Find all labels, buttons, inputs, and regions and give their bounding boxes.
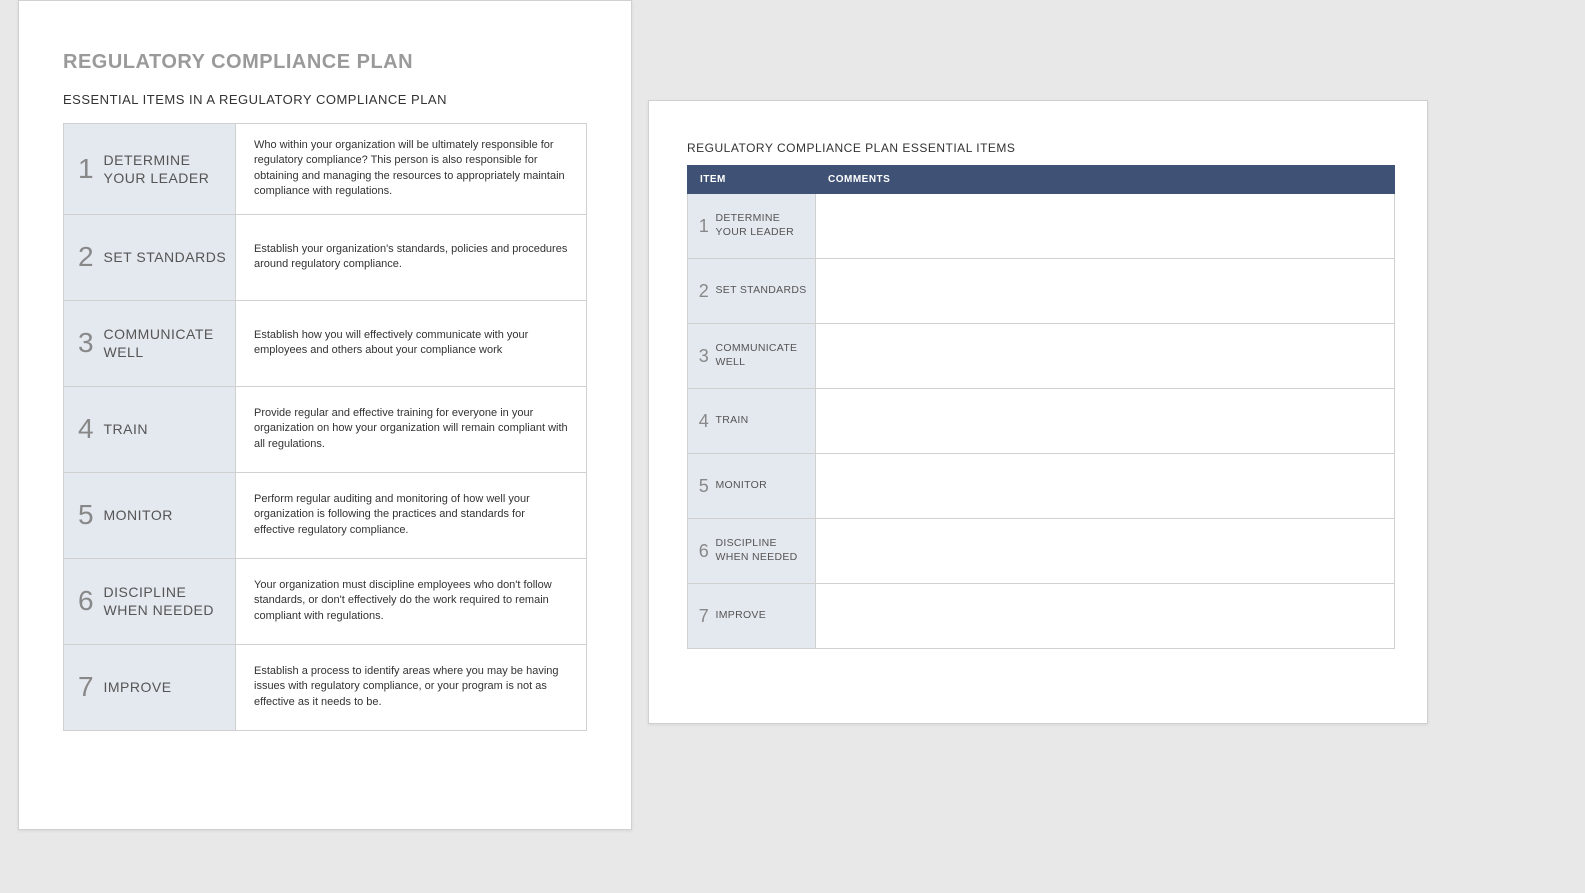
item-row-number: 1	[688, 194, 716, 259]
page-left: REGULATORY COMPLIANCE PLAN ESSENTIAL ITE…	[18, 0, 632, 830]
item-row-comment[interactable]	[816, 389, 1395, 454]
item-row-number: 7	[688, 584, 716, 649]
desc-row: 2SET STANDARDSEstablish your organizatio…	[64, 214, 587, 300]
item-row: 4TRAIN	[688, 389, 1395, 454]
item-row-label: IMPROVE	[716, 584, 816, 649]
page-subtitle: ESSENTIAL ITEMS IN A REGULATORY COMPLIAN…	[63, 92, 587, 107]
desc-row-number: 2	[64, 214, 104, 300]
desc-row-label: IMPROVE	[104, 644, 236, 730]
desc-row-label: COMMUNICATE WELL	[104, 300, 236, 386]
desc-row: 4TRAINProvide regular and effective trai…	[64, 386, 587, 472]
desc-row-label: SET STANDARDS	[104, 214, 236, 300]
desc-row: 1DETERMINE YOUR LEADERWho within your or…	[64, 124, 587, 215]
desc-row: 5MONITORPerform regular auditing and mon…	[64, 472, 587, 558]
item-row-comment[interactable]	[816, 584, 1395, 649]
item-row-comment[interactable]	[816, 324, 1395, 389]
desc-row-text: Establish how you will effectively commu…	[236, 300, 587, 386]
item-row-number: 5	[688, 454, 716, 519]
item-row: 7IMPROVE	[688, 584, 1395, 649]
item-row-label: SET STANDARDS	[716, 259, 816, 324]
item-row: 5MONITOR	[688, 454, 1395, 519]
desc-row-text: Perform regular auditing and monitoring …	[236, 472, 587, 558]
desc-row-label: DETERMINE YOUR LEADER	[104, 124, 236, 215]
description-table: 1DETERMINE YOUR LEADERWho within your or…	[63, 123, 587, 731]
page-title: REGULATORY COMPLIANCE PLAN	[63, 51, 587, 74]
desc-row: 6DISCIPLINE WHEN NEEDEDYour organization…	[64, 558, 587, 644]
desc-row-number: 1	[64, 124, 104, 215]
item-row: 3COMMUNICATE WELL	[688, 324, 1395, 389]
desc-row-number: 3	[64, 300, 104, 386]
item-row-number: 6	[688, 519, 716, 584]
item-row: 6DISCIPLINE WHEN NEEDED	[688, 519, 1395, 584]
desc-row-text: Provide regular and effective training f…	[236, 386, 587, 472]
desc-row-number: 6	[64, 558, 104, 644]
desc-row: 3COMMUNICATE WELLEstablish how you will …	[64, 300, 587, 386]
desc-row-label: TRAIN	[104, 386, 236, 472]
item-row-label: DISCIPLINE WHEN NEEDED	[716, 519, 816, 584]
item-row-number: 2	[688, 259, 716, 324]
item-row-label: COMMUNICATE WELL	[716, 324, 816, 389]
item-row-number: 4	[688, 389, 716, 454]
desc-row-number: 5	[64, 472, 104, 558]
desc-row: 7IMPROVEEstablish a process to identify …	[64, 644, 587, 730]
items-table: ITEM COMMENTS 1DETERMINE YOUR LEADER2SET…	[687, 165, 1395, 649]
desc-row-text: Establish a process to identify areas wh…	[236, 644, 587, 730]
item-row-comment[interactable]	[816, 519, 1395, 584]
desc-row-label: DISCIPLINE WHEN NEEDED	[104, 558, 236, 644]
item-row: 1DETERMINE YOUR LEADER	[688, 194, 1395, 259]
header-comments: COMMENTS	[816, 166, 1395, 194]
desc-row-text: Establish your organization's standards,…	[236, 214, 587, 300]
desc-row-text: Your organization must discipline employ…	[236, 558, 587, 644]
item-row-comment[interactable]	[816, 454, 1395, 519]
item-row-number: 3	[688, 324, 716, 389]
right-page-title: REGULATORY COMPLIANCE PLAN ESSENTIAL ITE…	[687, 141, 1395, 155]
desc-row-number: 4	[64, 386, 104, 472]
header-item: ITEM	[688, 166, 816, 194]
item-row-label: DETERMINE YOUR LEADER	[716, 194, 816, 259]
desc-row-label: MONITOR	[104, 472, 236, 558]
item-row: 2SET STANDARDS	[688, 259, 1395, 324]
item-row-comment[interactable]	[816, 259, 1395, 324]
item-row-label: TRAIN	[716, 389, 816, 454]
desc-row-number: 7	[64, 644, 104, 730]
item-row-comment[interactable]	[816, 194, 1395, 259]
page-right: REGULATORY COMPLIANCE PLAN ESSENTIAL ITE…	[648, 100, 1428, 724]
desc-row-text: Who within your organization will be ult…	[236, 124, 587, 215]
item-row-label: MONITOR	[716, 454, 816, 519]
